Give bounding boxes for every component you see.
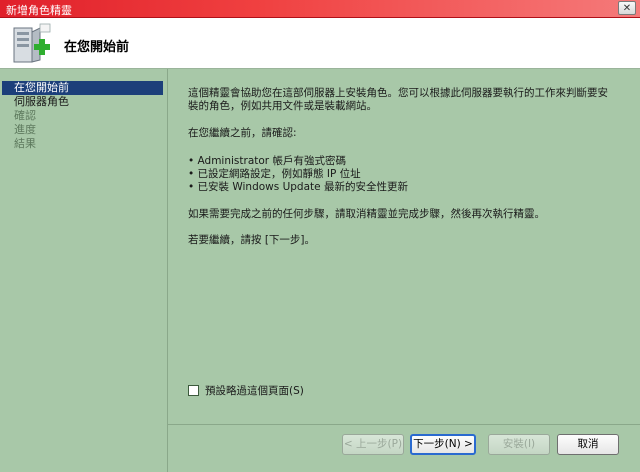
list-item: • Administrator 帳戶有強式密碼 — [188, 155, 346, 167]
list-item: • 已安裝 Windows Update 最新的安全性更新 — [188, 181, 408, 193]
sidebar-item-results: 結果 — [14, 137, 36, 150]
continue-note-text: 若要繼續，請按 [下一步]。 — [188, 234, 316, 246]
title-bar: 新增角色精靈 ✕ — [0, 0, 640, 18]
wizard-steps-sidebar: 在您開始前 伺服器角色 確認 進度 結果 — [0, 69, 168, 472]
wizard-header: 在您開始前 — [0, 18, 640, 69]
skip-page-option[interactable]: 預設略過這個頁面(S) — [188, 383, 304, 398]
before-continue-text: 在您繼續之前，請確認: — [188, 127, 297, 139]
sidebar-item-server-roles[interactable]: 伺服器角色 — [2, 95, 163, 109]
window-title: 新增角色精靈 — [6, 4, 72, 17]
sidebar-item-progress: 進度 — [14, 123, 36, 136]
footer-divider — [168, 424, 640, 425]
sidebar-item-before-you-begin[interactable]: 在您開始前 — [2, 81, 163, 95]
install-button[interactable]: 安裝(I) — [488, 434, 550, 455]
next-button[interactable]: 下一步(N) > — [410, 434, 476, 455]
list-item: • 已設定網路設定，例如靜態 IP 位址 — [188, 168, 361, 180]
back-button[interactable]: < 上一步(P) — [342, 434, 404, 455]
skip-page-checkbox[interactable] — [188, 385, 199, 396]
cancel-button[interactable]: 取消 — [557, 434, 619, 455]
wizard-content: 這個精靈會協助您在這部伺服器上安裝角色。您可以根據此伺服器要執行的工作來判斷要安… — [168, 69, 640, 424]
cancel-note-text: 如果需要完成之前的任何步驟，請取消精靈並完成步驟，然後再次執行精靈。 — [188, 208, 545, 220]
prerequisite-list: • Administrator 帳戶有強式密碼 • 已設定網路設定，例如靜態 I… — [188, 155, 408, 194]
server-add-icon — [13, 23, 51, 63]
page-title: 在您開始前 — [64, 40, 130, 55]
intro-text: 這個精靈會協助您在這部伺服器上安裝角色。您可以根據此伺服器要執行的工作來判斷要安… — [188, 87, 608, 112]
close-icon[interactable]: ✕ — [618, 1, 636, 15]
sidebar-item-confirmation: 確認 — [14, 109, 36, 122]
skip-page-label[interactable]: 預設略過這個頁面(S) — [205, 383, 304, 398]
